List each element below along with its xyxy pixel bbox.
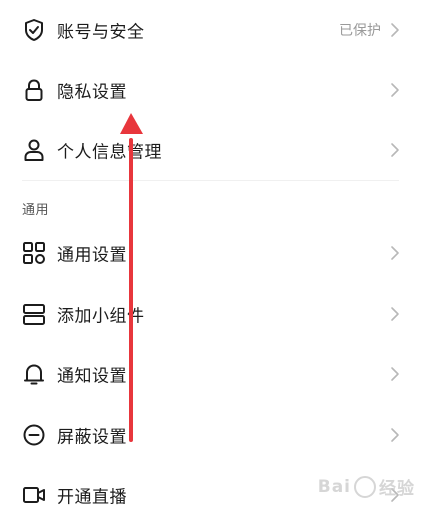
privacy-settings-row[interactable]: 隐私设置 <box>0 60 421 120</box>
add-widget-row[interactable]: 添加小组件 <box>0 284 421 344</box>
section-general-title: 通用 <box>22 203 50 218</box>
block-settings-label: 屏蔽设置 <box>57 427 127 448</box>
personal-info-row[interactable]: 个人信息管理 <box>0 120 421 180</box>
block-icon <box>22 423 46 447</box>
widget-icon <box>22 302 46 326</box>
privacy-settings-label: 隐私设置 <box>57 82 127 103</box>
baidu-jingyan-watermark: Bai 经验 <box>318 474 415 499</box>
block-settings-row[interactable]: 屏蔽设置 <box>0 405 421 465</box>
start-live-label: 开通直播 <box>57 487 127 508</box>
section-divider <box>22 180 399 181</box>
video-icon <box>22 483 46 507</box>
lock-icon <box>22 78 46 102</box>
notification-settings-row[interactable]: 通知设置 <box>0 344 421 404</box>
chevron-right-icon <box>389 82 401 98</box>
chevron-right-icon <box>389 306 401 322</box>
general-settings-label: 通用设置 <box>57 245 127 266</box>
watermark-brand: Bai <box>317 476 351 497</box>
account-security-label: 账号与安全 <box>57 22 145 43</box>
chevron-right-icon <box>389 245 401 261</box>
personal-info-label: 个人信息管理 <box>57 142 162 163</box>
notification-settings-label: 通知设置 <box>57 366 127 387</box>
chevron-right-icon <box>389 427 401 443</box>
shield-check-icon <box>22 18 46 42</box>
chevron-right-icon <box>389 142 401 158</box>
watermark-brand-suffix: 经验 <box>379 479 415 499</box>
person-icon <box>22 138 46 162</box>
chevron-right-icon <box>389 22 401 38</box>
add-widget-label: 添加小组件 <box>57 306 145 327</box>
chevron-right-icon <box>389 366 401 382</box>
paw-logo-icon <box>354 475 376 498</box>
bell-icon <box>22 362 46 386</box>
protection-status: 已保护 <box>339 23 381 39</box>
account-security-row[interactable]: 账号与安全 已保护 <box>0 0 421 60</box>
general-settings-row[interactable]: 通用设置 <box>0 223 421 283</box>
grid-icon <box>22 241 46 265</box>
